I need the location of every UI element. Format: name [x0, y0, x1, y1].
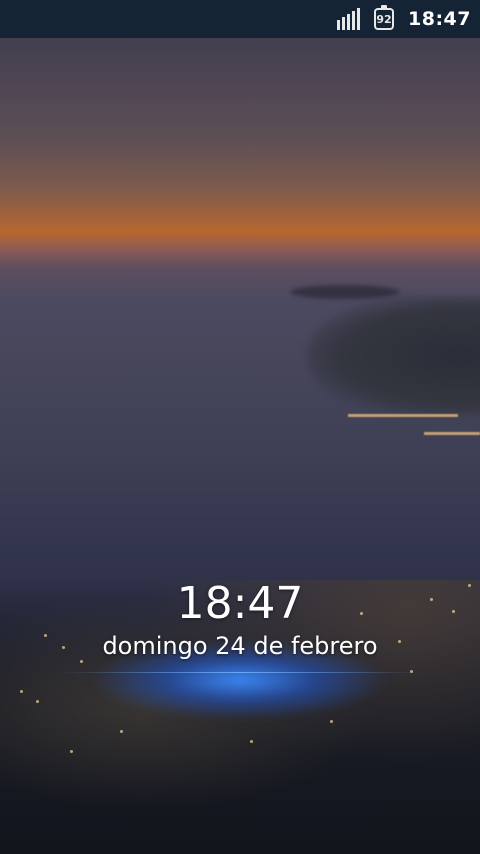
lock-date: domingo 24 de febrero [102, 632, 378, 660]
wallpaper-pier [424, 432, 480, 435]
battery-level: 92 [376, 12, 392, 26]
lock-screen: 92 18:47 18:47 domingo 24 de febrero [0, 0, 480, 854]
status-bar: 92 18:47 [0, 0, 480, 38]
status-time: 18:47 [408, 8, 471, 30]
battery-icon: 92 [374, 5, 395, 30]
lock-clock: 18:47 [176, 578, 304, 629]
signal-icon [337, 8, 361, 30]
wallpaper-cloud [290, 285, 400, 299]
unlock-glow-line [60, 672, 420, 673]
wallpaper-pier [348, 414, 458, 417]
